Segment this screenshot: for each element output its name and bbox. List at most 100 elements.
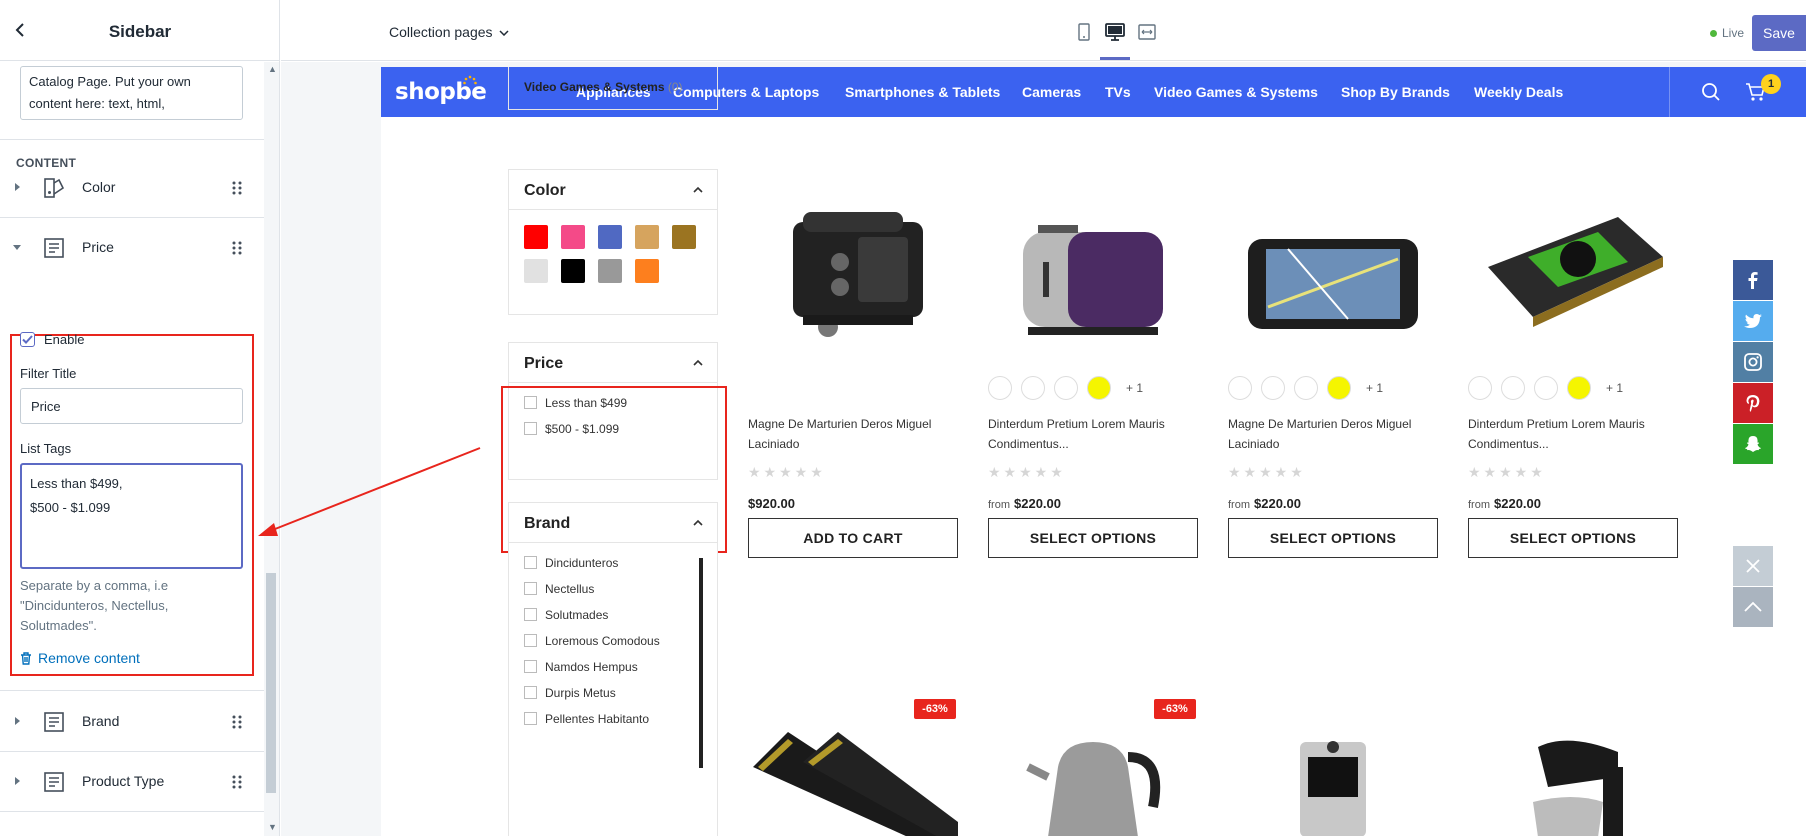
product-name[interactable]: Dinterdum Pretium Lorem Mauris Condiment… [1468, 414, 1668, 454]
desktop-icon[interactable] [1104, 22, 1126, 42]
filter-color-header[interactable]: Color [509, 170, 717, 210]
nav-link-weekly-deals[interactable]: Weekly Deals [1474, 84, 1563, 100]
product-name[interactable]: Magne De Marturien Deros Miguel Laciniad… [748, 414, 948, 454]
filter-brand-header[interactable]: Brand [509, 503, 717, 543]
mobile-icon[interactable] [1073, 22, 1095, 42]
checkbox[interactable] [524, 712, 537, 725]
filter-brand-option[interactable]: Solutmades [524, 608, 608, 622]
enable-checkbox[interactable] [20, 332, 35, 347]
variant-swatch[interactable] [1261, 376, 1285, 400]
more-variants[interactable]: + 1 [1126, 381, 1143, 395]
product-image-stand-mixer[interactable] [1468, 727, 1678, 836]
fullwidth-icon[interactable] [1136, 22, 1158, 42]
sidebar-item-color[interactable]: Color [0, 158, 264, 218]
product-image-kettle[interactable] [988, 727, 1198, 836]
select-options-button[interactable]: SELECT OPTIONS [988, 518, 1198, 558]
checkbox[interactable] [524, 608, 537, 621]
more-variants[interactable]: + 1 [1606, 381, 1623, 395]
page-type-select[interactable]: Collection pages [389, 24, 509, 40]
scroll-down-arrow-icon[interactable]: ▼ [268, 822, 277, 832]
pinterest-share-button[interactable] [1733, 383, 1773, 423]
save-button[interactable]: Save [1752, 15, 1806, 51]
product-image-blender[interactable] [1228, 727, 1438, 836]
filter-brand-option[interactable]: Namdos Hempus [524, 660, 638, 674]
chevron-right-icon[interactable] [12, 716, 22, 726]
chevron-left-icon[interactable] [12, 22, 28, 38]
chevron-up-icon[interactable] [693, 519, 703, 526]
sidebar-item-brand[interactable]: Brand [0, 692, 264, 752]
sidebar-item-product-type[interactable]: Product Type [0, 752, 264, 812]
nav-link-video-games[interactable]: Video Games & Systems [1154, 84, 1318, 100]
product-image-graphics-card[interactable] [1468, 177, 1678, 367]
product-name[interactable]: Dinterdum Pretium Lorem Mauris Condiment… [988, 414, 1188, 454]
color-swatch[interactable] [635, 225, 659, 249]
description-textarea[interactable]: Catalog Page. Put your own content here:… [20, 66, 243, 120]
color-swatch[interactable] [524, 225, 548, 249]
scroll-up-arrow-icon[interactable]: ▲ [268, 64, 277, 74]
remove-content-button[interactable]: Remove content [20, 650, 140, 666]
checkbox[interactable] [524, 582, 537, 595]
chevron-up-icon[interactable] [693, 359, 703, 366]
select-options-button[interactable]: SELECT OPTIONS [1228, 518, 1438, 558]
instagram-share-button[interactable] [1733, 342, 1773, 382]
drag-handle-icon[interactable] [232, 240, 242, 256]
variant-swatch[interactable] [1021, 376, 1045, 400]
chevron-up-icon[interactable] [693, 186, 703, 193]
variant-swatch[interactable] [1294, 376, 1318, 400]
snapchat-share-button[interactable] [1733, 424, 1773, 464]
add-to-cart-button[interactable]: ADD TO CART [748, 518, 958, 558]
color-swatch[interactable] [561, 259, 585, 283]
product-image-ram-sticks[interactable] [748, 727, 958, 836]
variant-swatch[interactable] [1567, 376, 1591, 400]
filter-option-video-games[interactable]: Video Games & Systems (0) [524, 80, 683, 94]
list-tags-textarea[interactable]: Less than $499, $500 - $1.099 [20, 463, 243, 569]
filter-price-header[interactable]: Price [509, 343, 717, 383]
variant-swatch[interactable] [1087, 376, 1111, 400]
product-image-fryer[interactable] [748, 177, 958, 367]
filter-brand-option[interactable]: Durpis Metus [524, 686, 616, 700]
filter-brand-option[interactable]: Dincidunteros [524, 556, 618, 570]
chevron-down-icon[interactable] [12, 242, 22, 252]
checkbox[interactable] [524, 660, 537, 673]
drag-handle-icon[interactable] [232, 774, 242, 790]
variant-swatch[interactable] [1534, 376, 1558, 400]
sidebar-item-price[interactable]: Price [0, 218, 264, 278]
variant-swatch[interactable] [1054, 376, 1078, 400]
checkbox[interactable] [524, 686, 537, 699]
color-swatch[interactable] [598, 225, 622, 249]
nav-link-tvs[interactable]: TVs [1105, 84, 1131, 100]
variant-swatch[interactable] [1228, 376, 1252, 400]
variant-swatch[interactable] [1327, 376, 1351, 400]
drag-handle-icon[interactable] [232, 714, 242, 730]
variant-swatch[interactable] [988, 376, 1012, 400]
filter-brand-option[interactable]: Pellentes Habitanto [524, 712, 649, 726]
variant-swatch[interactable] [1501, 376, 1525, 400]
nav-link-smartphones[interactable]: Smartphones & Tablets [845, 84, 1000, 100]
filter-title-input[interactable] [20, 388, 243, 424]
sidebar-scrollbar-thumb[interactable] [266, 573, 276, 793]
close-share-bar-button[interactable] [1733, 546, 1773, 586]
variant-swatch[interactable] [1468, 376, 1492, 400]
product-name[interactable]: Magne De Marturien Deros Miguel Laciniad… [1228, 414, 1428, 454]
color-swatch[interactable] [524, 259, 548, 283]
color-swatch[interactable] [635, 259, 659, 283]
color-swatch[interactable] [672, 225, 696, 249]
brand-list-scrollbar[interactable] [699, 558, 703, 768]
facebook-share-button[interactable] [1733, 260, 1773, 300]
product-image-toaster[interactable] [988, 177, 1198, 367]
color-swatch[interactable] [598, 259, 622, 283]
nav-link-cameras[interactable]: Cameras [1022, 84, 1081, 100]
checkbox[interactable] [524, 556, 537, 569]
checkbox[interactable] [524, 634, 537, 647]
twitter-share-button[interactable] [1733, 301, 1773, 341]
chevron-right-icon[interactable] [12, 776, 22, 786]
filter-brand-option[interactable]: Nectellus [524, 582, 594, 596]
search-icon[interactable] [1701, 82, 1721, 102]
nav-link-shop-by-brands[interactable]: Shop By Brands [1341, 84, 1450, 100]
chevron-right-icon[interactable] [12, 182, 22, 192]
filter-brand-option[interactable]: Loremous Comodous [524, 634, 660, 648]
more-variants[interactable]: + 1 [1366, 381, 1383, 395]
scroll-to-top-button[interactable] [1733, 587, 1773, 627]
drag-handle-icon[interactable] [232, 180, 242, 196]
select-options-button[interactable]: SELECT OPTIONS [1468, 518, 1678, 558]
